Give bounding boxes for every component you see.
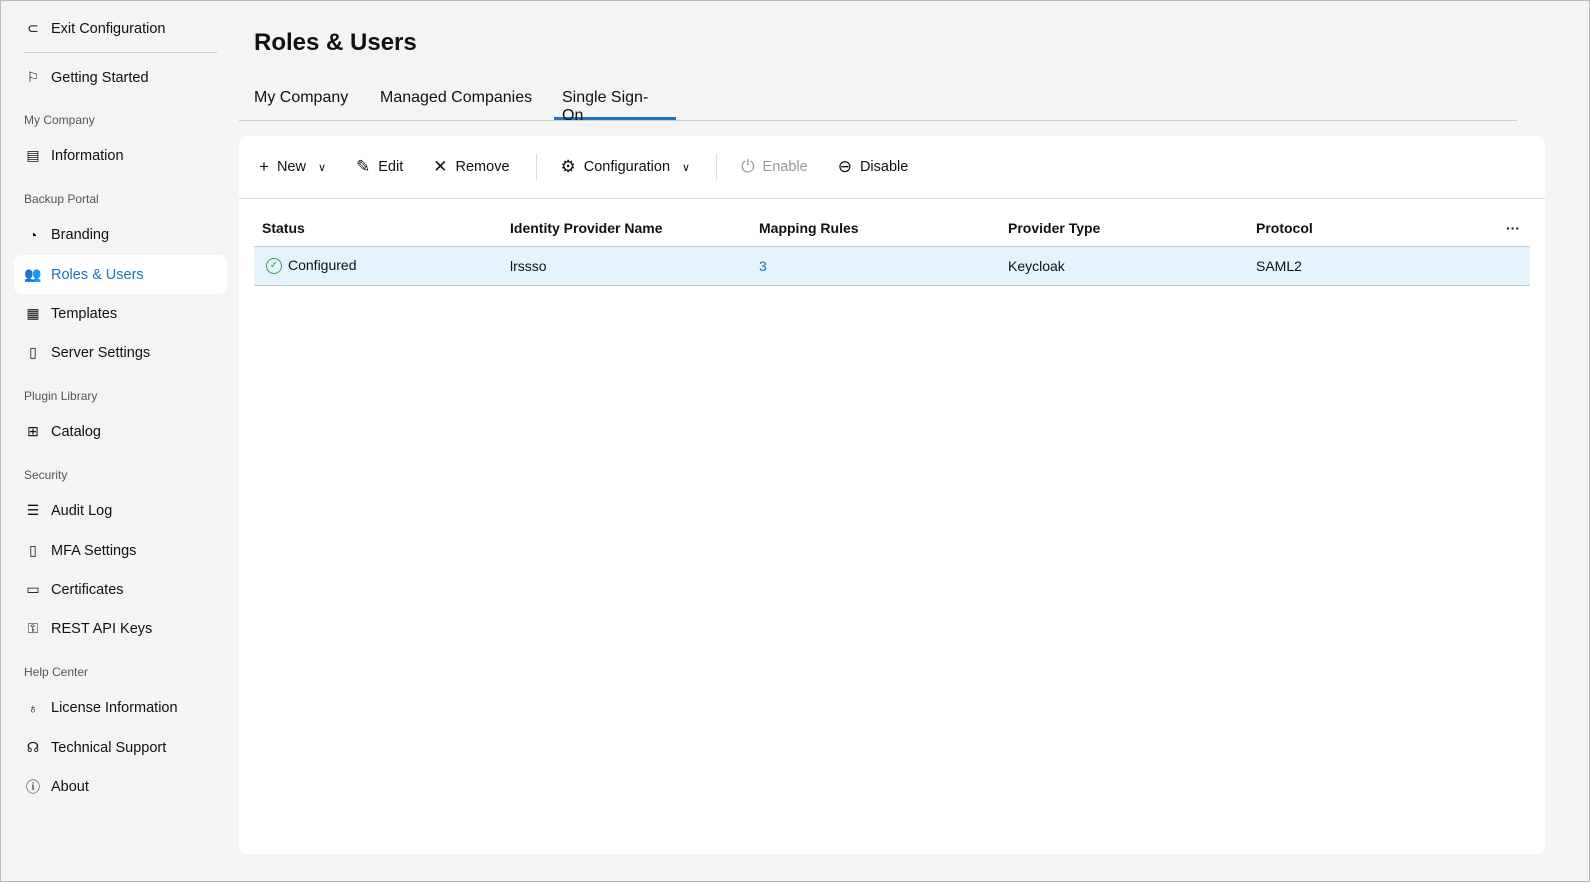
page-title: Roles & Users xyxy=(254,29,417,56)
column-identity-provider-name[interactable]: Identity Provider Name xyxy=(502,211,751,247)
sidebar-item-catalog[interactable]: ⊞ Catalog xyxy=(14,412,227,451)
edit-button[interactable]: ✎ Edit xyxy=(356,157,403,177)
gear-icon: ⚙ xyxy=(560,157,576,176)
mapping-rules-link[interactable]: 3 xyxy=(751,246,1000,286)
flag-icon: ⚐ xyxy=(26,69,40,85)
plus-icon: + xyxy=(259,157,269,176)
section-plugin-library: Plugin Library xyxy=(24,389,98,403)
exit-configuration[interactable]: ⊂ Exit Configuration xyxy=(14,9,227,48)
info-icon: ⓘ xyxy=(26,778,40,795)
section-my-company: My Company xyxy=(24,113,95,127)
server-settings-icon: ▯ xyxy=(29,344,37,360)
sidebar-item-audit-log[interactable]: ☰ Audit Log xyxy=(14,491,227,530)
tab-my-company[interactable]: My Company xyxy=(246,89,356,120)
users-icon: 👥 xyxy=(24,266,42,282)
column-provider-type[interactable]: Provider Type xyxy=(1000,211,1248,247)
sidebar-item-server-settings[interactable]: ▯ Server Settings xyxy=(14,333,227,372)
protocol-cell: SAML2 xyxy=(1248,246,1530,286)
sidebar-item-license-information[interactable]: ♁ License Information xyxy=(14,688,227,727)
back-circle-icon: ⊂ xyxy=(27,20,39,36)
sso-table: Status Identity Provider Name Mapping Ru… xyxy=(254,211,1530,286)
phone-lock-icon: ▯ xyxy=(29,542,37,558)
divider xyxy=(535,154,537,180)
tabs: My Company Managed Companies Single Sign… xyxy=(239,85,1517,124)
power-icon: ⏻ xyxy=(741,157,755,176)
palette-icon: ◔ xyxy=(28,226,38,243)
column-protocol[interactable]: Protocol ··· xyxy=(1248,211,1530,247)
sidebar-item-rest-api-keys[interactable]: ⚿ REST API Keys xyxy=(14,609,227,648)
provider-type-cell: Keycloak xyxy=(1000,246,1248,286)
status-cell: ✓ Configured xyxy=(254,246,502,286)
configuration-button[interactable]: ⚙ Configuration ∨ xyxy=(561,157,691,177)
section-backup-portal: Backup Portal xyxy=(24,192,99,206)
disable-button[interactable]: ⊖ Disable xyxy=(838,157,909,177)
building-icon: ▤ xyxy=(26,147,40,163)
column-mapping-rules[interactable]: Mapping Rules xyxy=(751,211,1000,247)
sidebar: ⊂ Exit Configuration ⚐ Getting Started My … xyxy=(1,1,239,883)
content-panel: + New ∨ ✎ Edit ✕ Remove ⚙ Configuration ∨ ⏻ Ena… xyxy=(239,136,1545,854)
chevron-down-icon: ∨ xyxy=(682,161,691,174)
section-security: Security xyxy=(24,468,68,482)
ribbon-icon: ♁ xyxy=(27,699,39,716)
close-icon: ✕ xyxy=(433,157,448,176)
template-icon: ▦ xyxy=(26,305,40,321)
more-options-icon[interactable]: ··· xyxy=(1506,220,1520,236)
certificate-icon: ▭ xyxy=(26,581,40,597)
divider xyxy=(24,52,217,53)
sidebar-item-roles-users[interactable]: 👥 Roles & Users xyxy=(14,255,227,294)
remove-button[interactable]: ✕ Remove xyxy=(433,157,509,177)
chevron-down-icon: ∨ xyxy=(317,161,327,174)
pencil-icon: ✎ xyxy=(356,157,371,176)
new-button[interactable]: + New ∨ xyxy=(259,157,326,177)
name-cell: lrssso xyxy=(502,246,751,286)
sidebar-item-templates[interactable]: ▦ Templates xyxy=(14,294,227,333)
headset-icon: ☊ xyxy=(26,739,40,755)
sidebar-item-branding[interactable]: ◔ Branding xyxy=(14,215,227,254)
enable-button[interactable]: ⏻ Enable xyxy=(741,157,808,177)
list-icon: ☰ xyxy=(26,502,40,518)
sidebar-item-technical-support[interactable]: ☊ Technical Support xyxy=(14,728,227,767)
check-circle-icon: ✓ xyxy=(266,258,282,275)
table-row[interactable]: ✓ Configured lrssso 3 Keycloak SAML2 xyxy=(254,246,1530,286)
divider xyxy=(716,154,718,180)
sidebar-item-information[interactable]: ▤ Information xyxy=(14,136,227,175)
column-status[interactable]: Status xyxy=(254,211,502,247)
tab-single-sign-on[interactable]: Single Sign-On xyxy=(554,89,676,124)
sidebar-item-getting-started[interactable]: ⚐ Getting Started xyxy=(14,58,227,97)
sidebar-item-certificates[interactable]: ▭ Certificates xyxy=(14,570,227,609)
key-icon: ⚿ xyxy=(27,620,39,636)
sidebar-item-mfa-settings[interactable]: ▯ MFA Settings xyxy=(14,531,227,570)
toolbar: + New ∨ ✎ Edit ✕ Remove ⚙ Configuration ∨ ⏻ Ena… xyxy=(239,136,1545,199)
minus-circle-icon: ⊖ xyxy=(837,157,852,176)
tab-managed-companies[interactable]: Managed Companies xyxy=(372,89,540,120)
section-help-center: Help Center xyxy=(24,665,89,679)
catalog-icon: ⊞ xyxy=(27,423,39,439)
sidebar-item-about[interactable]: ⓘ About xyxy=(14,767,227,806)
